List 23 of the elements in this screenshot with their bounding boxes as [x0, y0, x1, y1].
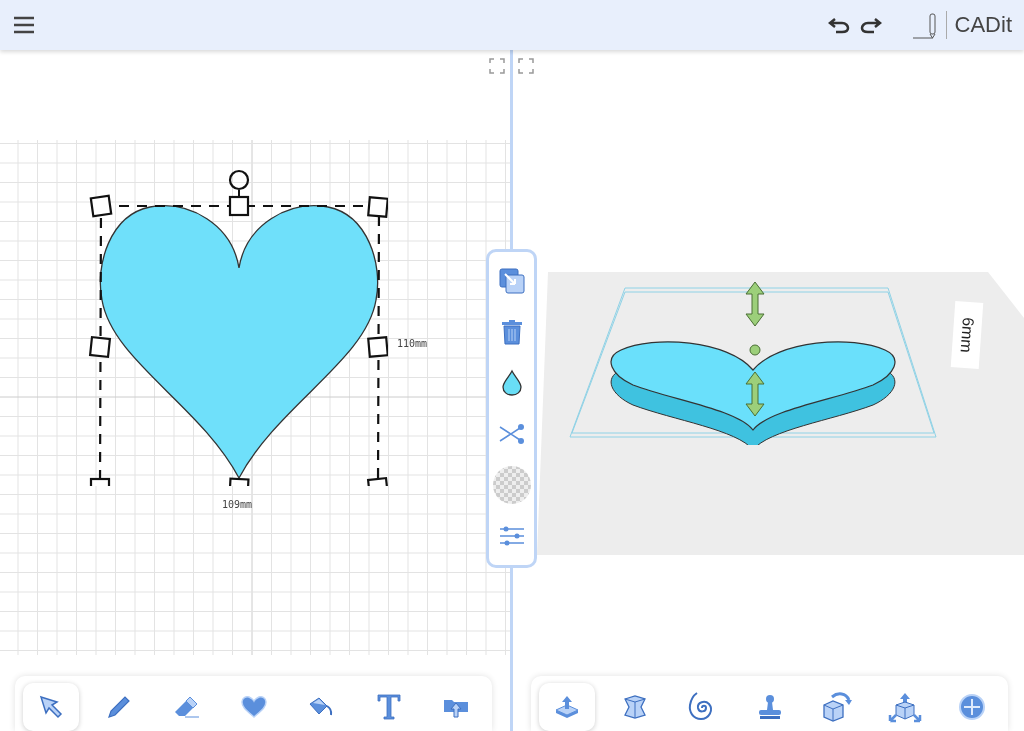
center-point-icon	[749, 344, 761, 356]
tool-button[interactable]	[539, 683, 595, 731]
extrude-box-icon	[553, 694, 581, 720]
rotating-cube-icon	[820, 691, 854, 723]
resize-arrow-icon[interactable]	[744, 370, 766, 418]
tool-button[interactable]	[23, 683, 79, 731]
width-dimension: 109mm	[222, 499, 253, 510]
checkerboard-circle-icon	[491, 464, 532, 505]
resize-arrow-icon[interactable]	[744, 280, 766, 328]
heart-icon	[239, 695, 268, 719]
sliders-icon	[497, 524, 526, 547]
height-dimension: 110mm	[397, 338, 428, 349]
droplet-icon	[500, 369, 523, 398]
trash-icon	[499, 318, 524, 347]
fullscreen-icon[interactable]	[489, 58, 505, 74]
duplicate-icon	[497, 267, 526, 296]
plus-circle-icon	[958, 693, 986, 721]
arrow-cursor-icon	[37, 693, 65, 721]
fullscreen-icon[interactable]	[518, 58, 534, 74]
scissors-icon	[497, 422, 526, 445]
letter-t-icon	[375, 693, 402, 721]
exploding-cube-icon	[887, 691, 922, 723]
app-name: CADit	[945, 11, 1012, 39]
